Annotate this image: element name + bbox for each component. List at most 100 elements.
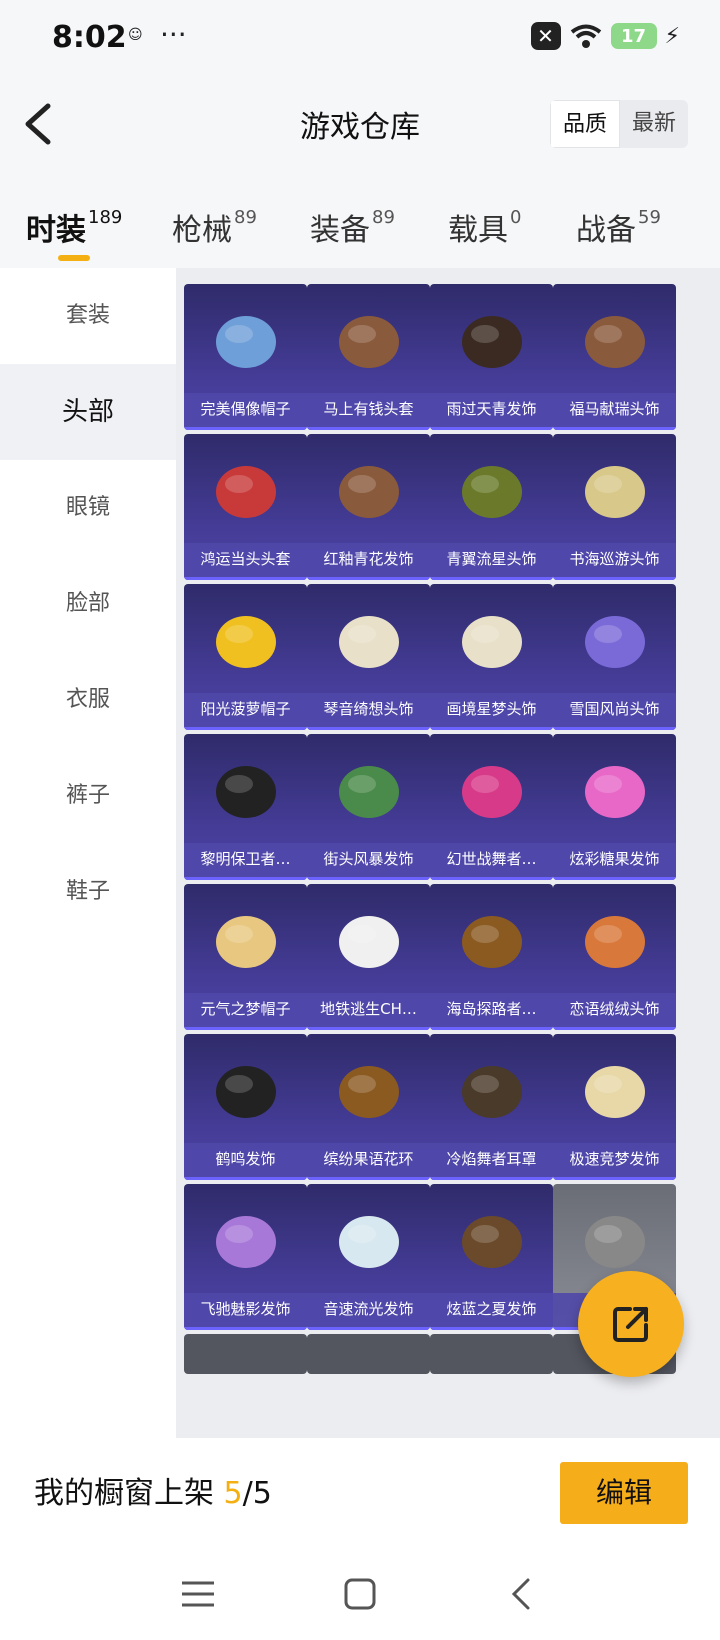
item-card[interactable]: 炫彩糖果发饰 [553, 734, 676, 880]
item-name: 阳光菠萝帽子 [184, 693, 307, 730]
item-card[interactable]: 缤纷果语花环 [307, 1034, 430, 1180]
sidebar-item-head[interactable]: 头部 [0, 364, 176, 460]
item-card[interactable]: 雪国风尚头饰 [553, 584, 676, 730]
item-image [553, 584, 676, 696]
share-button[interactable] [578, 1271, 684, 1377]
item-card[interactable]: 书海巡游头饰 [553, 434, 676, 580]
item-card[interactable]: 音速流光发饰 [307, 1184, 430, 1330]
item-card[interactable]: 福马献瑞头饰 [553, 284, 676, 430]
item-card[interactable] [184, 1334, 307, 1374]
menu-icon[interactable] [176, 1572, 220, 1616]
sidebar-item-face[interactable]: 脸部 [0, 556, 176, 652]
more-notifications-icon: ··· [160, 18, 187, 51]
item-image [307, 884, 430, 996]
category-tabs: 时装 189 枪械 89 装备 89 载具 0 战备 59 [0, 195, 720, 265]
wifi-icon [570, 24, 601, 48]
notification-icon: ☺ [128, 27, 143, 43]
item-card[interactable]: 完美偶像帽子 [184, 284, 307, 430]
item-card[interactable]: 地铁逃生CH… [307, 884, 430, 1030]
sidebar: 套装 头部 眼镜 脸部 衣服 裤子 鞋子 [0, 268, 176, 1438]
item-card[interactable]: 琴音绮想头饰 [307, 584, 430, 730]
item-name: 书海巡游头饰 [553, 543, 676, 580]
item-name: 炫彩糖果发饰 [553, 843, 676, 880]
item-image [430, 884, 553, 996]
tab-count: 189 [88, 207, 123, 228]
item-name: 海岛探路者… [430, 993, 553, 1030]
showcase-current-count: 5 [223, 1476, 243, 1511]
showcase-label: 我的橱窗上架 [34, 1476, 224, 1511]
item-image [430, 584, 553, 696]
system-navigation [0, 1548, 720, 1640]
item-card[interactable]: 极速竞梦发饰 [553, 1034, 676, 1180]
clock: 8:02 [52, 20, 127, 55]
item-image [430, 1034, 553, 1146]
home-icon[interactable] [338, 1572, 382, 1616]
sort-newest-button[interactable]: 最新 [620, 100, 688, 148]
item-card[interactable] [430, 1334, 553, 1374]
tab-equipment[interactable]: 装备 89 [310, 205, 395, 249]
item-card[interactable]: 幻世战舞者… [430, 734, 553, 880]
item-card[interactable]: 鸿运当头头套 [184, 434, 307, 580]
item-name: 缤纷果语花环 [307, 1143, 430, 1180]
tab-count: 59 [638, 207, 661, 228]
item-image [553, 1034, 676, 1146]
item-card[interactable]: 鹤鸣发饰 [184, 1034, 307, 1180]
sort-toggle: 品质 最新 [549, 100, 688, 148]
sort-quality-button[interactable]: 品质 [549, 100, 620, 148]
item-image [307, 1184, 430, 1296]
item-card[interactable]: 红釉青花发饰 [307, 434, 430, 580]
tab-count: 89 [372, 207, 395, 228]
item-card[interactable]: 街头风暴发饰 [307, 734, 430, 880]
item-name: 青翼流星头饰 [430, 543, 553, 580]
item-card[interactable]: 恋语绒绒头饰 [553, 884, 676, 1030]
item-card[interactable]: 海岛探路者… [430, 884, 553, 1030]
item-image [430, 284, 553, 396]
tab-count: 89 [234, 207, 257, 228]
item-name: 马上有钱头套 [307, 393, 430, 430]
edit-button[interactable]: 编辑 [560, 1462, 688, 1524]
item-card[interactable]: 黎明保卫者… [184, 734, 307, 880]
tab-label: 载具 [448, 213, 508, 248]
item-image [553, 884, 676, 996]
item-card[interactable]: 画境星梦头饰 [430, 584, 553, 730]
sidebar-item-shoes[interactable]: 鞋子 [0, 844, 176, 940]
silent-icon: ✕ [530, 22, 561, 50]
battery-icon: 17 [610, 23, 657, 49]
item-name: 极速竞梦发饰 [553, 1143, 676, 1180]
item-card[interactable]: 元气之梦帽子 [184, 884, 307, 1030]
item-card[interactable]: 炫蓝之夏发饰 [430, 1184, 553, 1330]
item-name: 完美偶像帽子 [184, 393, 307, 430]
item-card[interactable]: 青翼流星头饰 [430, 434, 553, 580]
item-image [307, 284, 430, 396]
tab-vehicles[interactable]: 载具 0 [448, 205, 521, 249]
item-image [307, 584, 430, 696]
sidebar-item-clothes[interactable]: 衣服 [0, 652, 176, 748]
item-name: 琴音绮想头饰 [307, 693, 430, 730]
item-name: 地铁逃生CH… [307, 993, 430, 1030]
header: 游戏仓库 品质 最新 [0, 80, 720, 170]
item-name: 福马献瑞头饰 [553, 393, 676, 430]
item-card[interactable] [307, 1334, 430, 1374]
item-image [307, 434, 430, 546]
tab-supplies[interactable]: 战备 59 [576, 205, 661, 249]
item-card[interactable]: 飞驰魅影发饰 [184, 1184, 307, 1330]
item-name: 鹤鸣发饰 [184, 1143, 307, 1180]
item-card[interactable]: 雨过天青发饰 [430, 284, 553, 430]
tab-fashion[interactable]: 时装 189 [26, 205, 123, 261]
item-card[interactable]: 冷焰舞者耳罩 [430, 1034, 553, 1180]
item-card[interactable]: 阳光菠萝帽子 [184, 584, 307, 730]
sidebar-item-set[interactable]: 套装 [0, 268, 176, 364]
sidebar-item-glasses[interactable]: 眼镜 [0, 460, 176, 556]
item-name: 元气之梦帽子 [184, 993, 307, 1030]
item-image [184, 584, 307, 696]
item-image [430, 734, 553, 846]
item-card[interactable]: 马上有钱头套 [307, 284, 430, 430]
sidebar-item-pants[interactable]: 裤子 [0, 748, 176, 844]
item-name: 冷焰舞者耳罩 [430, 1143, 553, 1180]
charging-icon: ⚡ [664, 23, 680, 49]
back-nav-icon[interactable] [500, 1572, 544, 1616]
item-image [430, 1184, 553, 1296]
tab-guns[interactable]: 枪械 89 [172, 205, 257, 249]
showcase-status: 我的橱窗上架 5/5 [34, 1468, 272, 1512]
item-name: 幻世战舞者… [430, 843, 553, 880]
